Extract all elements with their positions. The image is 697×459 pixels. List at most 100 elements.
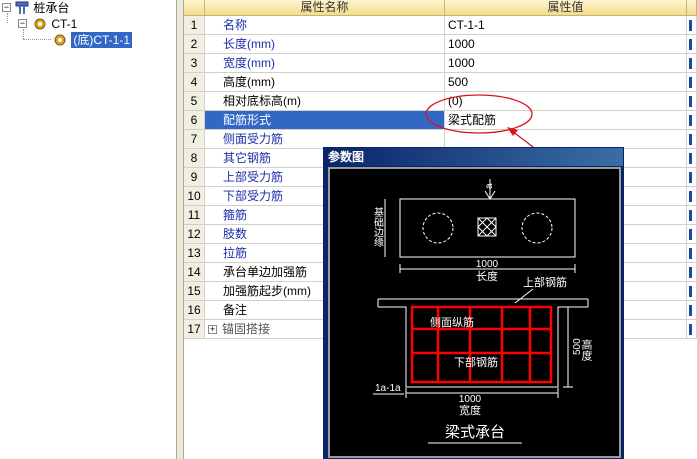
property-value-cell[interactable]: (0) <box>445 92 687 111</box>
row-number: 14 <box>184 263 205 282</box>
row-extra-cell <box>687 92 697 111</box>
row-marker <box>689 153 692 164</box>
property-row[interactable]: 6 配筋形式 梁式配筋 <box>184 111 697 130</box>
label-top-bar: 上部钢筋 <box>523 275 567 289</box>
row-extra-cell <box>687 16 697 35</box>
property-name: 侧面受力筋 <box>223 132 284 146</box>
property-name-cell[interactable]: 长度(mm) <box>205 35 445 54</box>
row-extra-cell <box>687 263 697 282</box>
row-extra-cell <box>687 282 697 301</box>
label-height: 高度 <box>580 338 593 362</box>
property-name: 拉筋 <box>223 246 248 260</box>
row-number: 17 <box>184 320 205 339</box>
property-name: 肢数 <box>223 227 248 241</box>
row-number: 12 <box>184 225 205 244</box>
row-marker <box>689 20 692 31</box>
row-number: 8 <box>184 149 205 168</box>
row-extra-cell <box>687 111 697 130</box>
property-name-cell[interactable]: 配筋形式 <box>205 111 445 130</box>
row-extra-cell <box>687 187 697 206</box>
property-name: 名称 <box>223 18 248 32</box>
row-extra-cell <box>687 301 697 320</box>
expand-toggle[interactable]: + <box>208 325 217 335</box>
property-row[interactable]: 3 宽度(mm) 1000 <box>184 54 697 73</box>
row-marker <box>689 267 692 278</box>
row-number: 16 <box>184 301 205 320</box>
header-extra <box>687 0 697 16</box>
row-marker <box>689 58 692 69</box>
property-row[interactable]: 5 相对底标高(m) (0) <box>184 92 697 111</box>
property-name: 相对底标高(m) <box>223 94 301 108</box>
property-name: 锚固搭接 <box>222 322 271 336</box>
property-name: 宽度(mm) <box>223 56 275 70</box>
tree-node-root[interactable]: 桩承台 <box>14 0 69 16</box>
tree-node-ct1[interactable]: CT-1 <box>32 16 77 32</box>
row-number: 10 <box>184 187 205 206</box>
tree-child-label: CT-1 <box>51 17 78 31</box>
label-width: 宽度 <box>459 403 481 417</box>
property-name: 加强筋起步(mm) <box>223 284 311 298</box>
row-number: 13 <box>184 244 205 263</box>
row-marker <box>689 305 692 316</box>
property-name: 配筋形式 <box>223 113 272 127</box>
pile-left <box>422 212 454 244</box>
property-value-cell[interactable]: CT-1-1 <box>445 16 687 35</box>
section-label: 1a-1a <box>375 383 401 394</box>
pile-cap-icon <box>15 1 29 14</box>
tree-leaf-label: (底)CT-1-1 <box>71 32 133 48</box>
header-property-value[interactable]: 属性值 <box>445 0 687 16</box>
row-number: 5 <box>184 92 205 111</box>
label-bottom-bar: 下部钢筋 <box>454 355 498 369</box>
property-row[interactable]: 1 名称 CT-1-1 <box>184 16 697 35</box>
pile-edge-label: 基础边缘 <box>372 206 384 247</box>
parameter-diagram-window[interactable]: 参数图 a 基础边缘 1000 长度 上部钢筋 侧面纵筋 下部钢筋 500 高度… <box>323 147 624 459</box>
section-outline <box>378 306 588 388</box>
popup-title[interactable]: 参数图 <box>324 148 623 166</box>
collapse-toggle-ct1[interactable]: − <box>18 19 27 28</box>
row-extra-cell <box>687 149 697 168</box>
gear-icon <box>34 18 46 30</box>
pile-right <box>521 212 553 244</box>
collapse-toggle-root[interactable]: − <box>2 3 11 12</box>
property-name-cell[interactable]: 名称 <box>205 16 445 35</box>
row-number: 7 <box>184 130 205 149</box>
property-name-cell[interactable]: 宽度(mm) <box>205 54 445 73</box>
property-value-cell[interactable]: 1000 <box>445 35 687 54</box>
dim-top-label: a <box>484 183 495 189</box>
component-tree: − 桩承台 − CT-1 (底)CT-1-1 <box>0 0 176 459</box>
row-marker <box>689 191 692 202</box>
property-name-cell[interactable]: 高度(mm) <box>205 73 445 92</box>
tree-node-leaf[interactable]: (底)CT-1-1 <box>52 32 133 48</box>
label-length: 长度 <box>476 269 498 283</box>
property-value-cell[interactable]: 500 <box>445 73 687 92</box>
property-name: 上部受力筋 <box>223 170 284 184</box>
header-corner <box>184 0 205 16</box>
property-row[interactable]: 4 高度(mm) 500 <box>184 73 697 92</box>
row-marker <box>689 324 692 335</box>
row-extra-cell <box>687 244 697 263</box>
property-name-cell[interactable]: 相对底标高(m) <box>205 92 445 111</box>
panel-splitter[interactable] <box>176 0 184 459</box>
row-marker <box>689 248 692 259</box>
row-number: 11 <box>184 206 205 225</box>
row-marker <box>689 134 692 145</box>
row-marker <box>689 77 692 88</box>
row-number: 6 <box>184 111 205 130</box>
row-marker <box>689 115 692 126</box>
property-value-cell[interactable]: 1000 <box>445 54 687 73</box>
property-name: 长度(mm) <box>223 37 275 51</box>
property-name: 备注 <box>223 303 248 317</box>
property-row[interactable]: 2 长度(mm) 1000 <box>184 35 697 54</box>
row-number: 9 <box>184 168 205 187</box>
property-name: 箍筋 <box>223 208 248 222</box>
property-value-cell[interactable]: 梁式配筋 <box>445 111 687 130</box>
tree-root-label: 桩承台 <box>33 1 70 15</box>
row-extra-cell <box>687 73 697 92</box>
row-marker <box>689 172 692 183</box>
diagram-svg: a 基础边缘 1000 长度 上部钢筋 侧面纵筋 下部钢筋 500 高度 1a-… <box>372 179 593 444</box>
header-property-name[interactable]: 属性名称 <box>205 0 445 16</box>
row-number: 3 <box>184 54 205 73</box>
row-marker <box>689 39 692 50</box>
diagram-caption: 梁式承台 <box>445 424 505 441</box>
row-number: 1 <box>184 16 205 35</box>
